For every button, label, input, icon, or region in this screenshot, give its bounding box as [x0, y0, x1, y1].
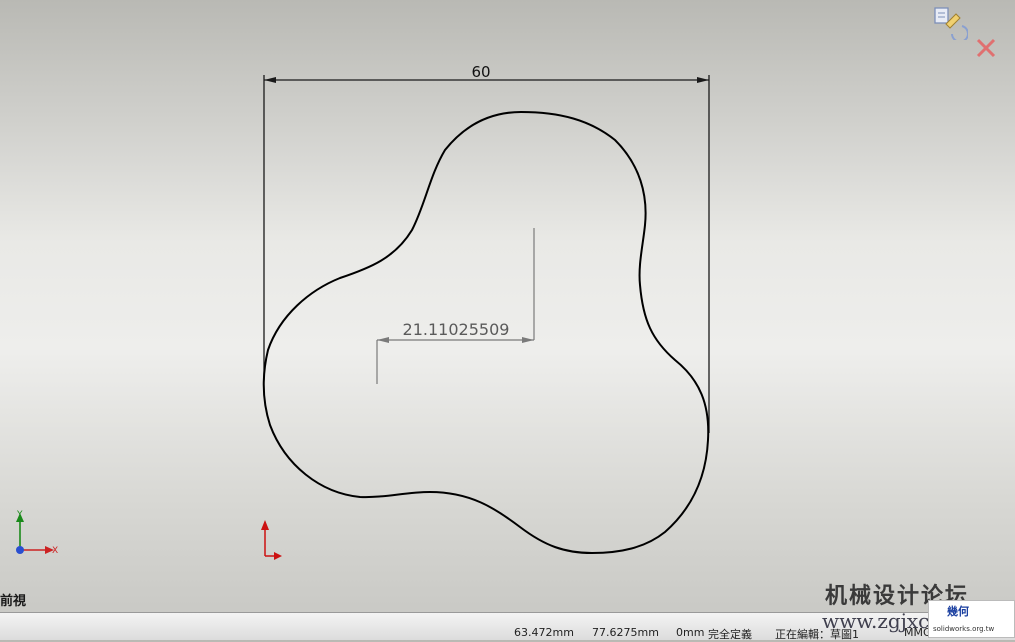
triad-y-label: Y: [16, 510, 23, 520]
graphics-viewport[interactable]: 60 21.11025509 Y X 前視: [0, 0, 1015, 612]
view-triad: Y X: [16, 510, 58, 556]
radius-dimension-value[interactable]: 21.11025509: [403, 320, 510, 339]
arrowhead-right: [697, 77, 709, 83]
status-sketch-state: 完全定義: [708, 628, 752, 641]
badge-url: solidworks.org.tw: [933, 625, 995, 633]
sketch-origin-icon: [261, 520, 282, 560]
width-dimension-value[interactable]: 60: [471, 63, 490, 81]
status-z-coord: 0mm: [676, 626, 705, 639]
confirm-corner-icon[interactable]: [932, 4, 968, 40]
arrowhead-left: [264, 77, 276, 83]
triad-x-label: X: [52, 546, 58, 556]
triad-origin-dot: [16, 546, 24, 554]
view-orientation-label: 前視: [0, 594, 27, 609]
badge-title: 幾何: [947, 605, 969, 618]
forum-badge: 幾何 solidworks.org.tw: [928, 600, 1015, 638]
radius-dimension[interactable]: 21.11025509: [376, 228, 535, 384]
status-x-coord: 63.472mm: [514, 626, 574, 639]
radius-arrowhead-right: [522, 337, 534, 343]
status-y-coord: 77.6275mm: [592, 626, 659, 639]
radius-arrowhead-left: [377, 337, 389, 343]
cancel-x-icon[interactable]: [974, 36, 998, 60]
sketch-canvas[interactable]: 60 21.11025509 Y X: [0, 0, 1015, 612]
